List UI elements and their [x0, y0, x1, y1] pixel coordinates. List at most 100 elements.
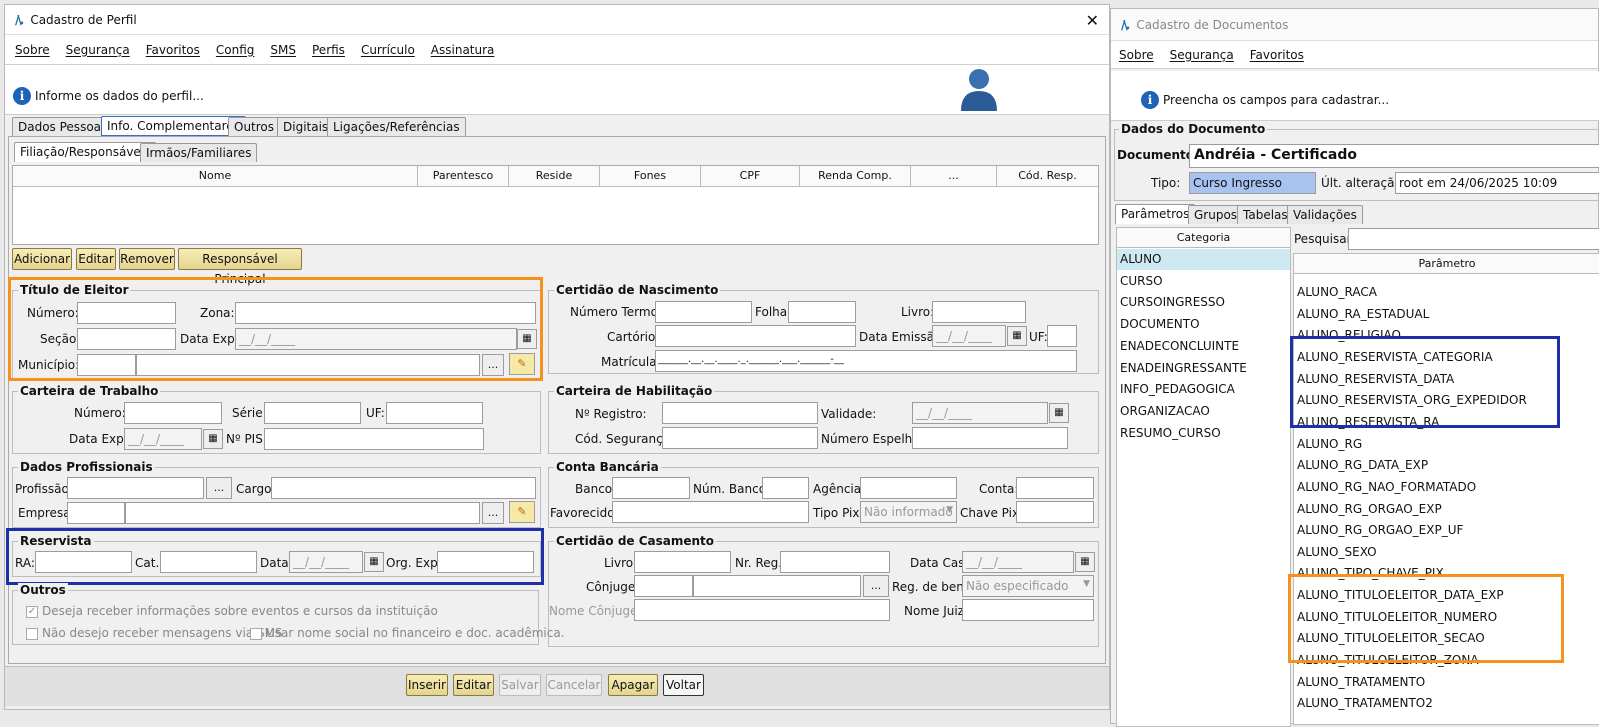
categoria-item[interactable]: CURSOINGRESSO: [1117, 292, 1290, 313]
numero-termo-input[interactable]: [655, 301, 752, 323]
cod-seguranca-input[interactable]: [662, 427, 818, 449]
menu-favoritos[interactable]: Favoritos: [146, 43, 200, 57]
cancelar-button[interactable]: Cancelar: [546, 674, 602, 696]
uf-nasc-input[interactable]: [1047, 325, 1077, 347]
checkbox-icon[interactable]: [250, 627, 262, 640]
calendar-icon[interactable]: ▦: [1075, 552, 1095, 572]
col-renda[interactable]: Renda Comp.: [800, 166, 911, 186]
menu-curriculo[interactable]: Currículo: [361, 43, 415, 57]
categoria-item[interactable]: ORGANIZACAO: [1117, 401, 1290, 422]
data-cas-input[interactable]: __/__/____: [962, 551, 1074, 573]
tipo-field[interactable]: Curso Ingresso: [1189, 172, 1316, 194]
apagar-button[interactable]: Apagar: [608, 674, 658, 696]
empresa-search-button[interactable]: ...: [482, 502, 504, 524]
carteira-uf-input[interactable]: [386, 402, 483, 424]
favorecido-input[interactable]: [612, 501, 809, 523]
registro-input[interactable]: [662, 402, 818, 424]
cas-livro-input[interactable]: [634, 551, 731, 573]
categoria-item[interactable]: RESUMO_CURSO: [1117, 423, 1290, 444]
parametro-item[interactable]: ALUNO_RG: [1294, 434, 1599, 455]
categoria-item[interactable]: INFO_PEDAGOGICA: [1117, 379, 1290, 400]
chk-nome-social[interactable]: Usar nome social no financeiro e doc. ac…: [250, 626, 565, 640]
reg-bens-select[interactable]: Não especificado ▼: [962, 575, 1094, 597]
parametro-item[interactable]: ALUNO_RG_NAO_FORMATADO: [1294, 477, 1599, 498]
remover-button[interactable]: Remover: [119, 248, 175, 270]
categoria-item[interactable]: ENADEINGRESSANTE: [1117, 358, 1290, 379]
editar-responsavel-button[interactable]: Editar: [76, 248, 116, 270]
menu-assinatura[interactable]: Assinatura: [431, 43, 495, 57]
conjuge-code[interactable]: [634, 575, 693, 597]
cartorio-input[interactable]: [655, 325, 856, 347]
menu-perfis[interactable]: Perfis: [312, 43, 345, 57]
agencia-input[interactable]: [860, 477, 957, 499]
espelho-input[interactable]: [912, 427, 1068, 449]
tab-info-complementares[interactable]: Info. Complementares: [101, 116, 246, 136]
col-cod-resp[interactable]: Cód. Resp.: [997, 166, 1098, 186]
conta-input[interactable]: [1016, 477, 1094, 499]
carteira-serie-input[interactable]: [264, 402, 361, 424]
tab-digitais[interactable]: Digitais: [277, 117, 335, 136]
menu-sobre[interactable]: Sobre: [15, 43, 50, 57]
tab-tabelas[interactable]: Tabelas: [1237, 205, 1294, 224]
validade-input[interactable]: __/__/____: [912, 402, 1048, 424]
tab-ligacoes[interactable]: Ligações/Referências: [327, 117, 466, 136]
calendar-icon[interactable]: ▦: [1049, 403, 1069, 423]
adicionar-button[interactable]: Adicionar: [12, 248, 72, 270]
col-cpf[interactable]: CPF: [701, 166, 800, 186]
inserir-button[interactable]: Inserir: [406, 674, 448, 696]
parametro-item[interactable]: ALUNO_SEXO: [1294, 542, 1599, 563]
close-icon[interactable]: ✕: [1086, 11, 1099, 30]
menu-favoritos[interactable]: Favoritos: [1250, 48, 1304, 62]
parametro-item[interactable]: ALUNO_RA_ESTADUAL: [1294, 304, 1599, 325]
responsavel-principal-button[interactable]: Responsável Principal: [178, 248, 302, 286]
col-fones[interactable]: Fones: [600, 166, 701, 186]
menu-sobre[interactable]: Sobre: [1119, 48, 1154, 62]
num-banco-input[interactable]: [762, 477, 809, 499]
carteira-data-exp-input[interactable]: __/__/____: [124, 428, 202, 450]
tab-outros[interactable]: Outros: [228, 117, 281, 136]
tipo-pix-select[interactable]: Não informado ▼: [860, 501, 957, 523]
parametro-item[interactable]: ALUNO_RG_DATA_EXP: [1294, 455, 1599, 476]
chave-pix-input[interactable]: [1016, 501, 1094, 523]
nome-conjuge-input[interactable]: [634, 599, 890, 621]
parametro-item[interactable]: ALUNO_RG_ORGAO_EXP: [1294, 499, 1599, 520]
menu-seguranca[interactable]: Segurança: [1170, 48, 1234, 62]
tab-grupos[interactable]: Grupos: [1188, 205, 1244, 224]
tab-irmaos[interactable]: Irmãos/Familiares: [140, 143, 258, 162]
calendar-icon[interactable]: ▦: [1007, 326, 1027, 346]
tab-parametros[interactable]: Parâmetros: [1115, 204, 1196, 224]
livro-input[interactable]: [932, 301, 1026, 323]
parametro-item[interactable]: ALUNO_TRATAMENTO: [1294, 672, 1599, 693]
chk-eventos[interactable]: ✓ Deseja receber informações sobre evento…: [26, 604, 438, 618]
calendar-icon[interactable]: ▦: [203, 429, 223, 449]
menu-sms[interactable]: SMS: [270, 43, 296, 57]
cargo-input[interactable]: [271, 477, 536, 499]
checkbox-icon[interactable]: [26, 627, 38, 640]
pesquisar-input[interactable]: [1348, 228, 1599, 250]
parametro-item[interactable]: ALUNO_TRATAMENTO2: [1294, 693, 1599, 714]
tab-validacoes[interactable]: Validações: [1287, 205, 1363, 224]
voltar-button[interactable]: Voltar: [663, 674, 704, 696]
nome-juiz-input[interactable]: [962, 599, 1094, 621]
categoria-item[interactable]: ALUNO: [1117, 249, 1290, 270]
folha-input[interactable]: [788, 301, 856, 323]
nr-reg-input[interactable]: [780, 551, 890, 573]
conjuge-name[interactable]: [693, 575, 861, 597]
matricula-input[interactable]: ______.__.__.____._.______.___.______-__: [655, 350, 1077, 372]
profissao-input[interactable]: [67, 477, 204, 499]
categoria-item[interactable]: CURSO: [1117, 271, 1290, 292]
conjuge-search-button[interactable]: ...: [863, 575, 889, 597]
categoria-item[interactable]: DOCUMENTO: [1117, 314, 1290, 335]
documento-field[interactable]: Andréia - Certificado: [1189, 144, 1599, 168]
pencil-icon[interactable]: ✎: [509, 501, 535, 523]
col-reside[interactable]: Reside: [509, 166, 600, 186]
col-parentesco[interactable]: Parentesco: [418, 166, 509, 186]
profissao-search-button[interactable]: ...: [206, 477, 232, 499]
tab-filiacao[interactable]: Filiação/Responsáveis: [14, 142, 157, 162]
parametro-item[interactable]: ALUNO_RACA: [1294, 282, 1599, 303]
editar-button[interactable]: Editar: [453, 674, 494, 696]
checkbox-checked-icon[interactable]: ✓: [26, 605, 38, 618]
salvar-button[interactable]: Salvar: [499, 674, 541, 696]
menu-config[interactable]: Config: [216, 43, 255, 57]
col-more[interactable]: ...: [911, 166, 997, 186]
